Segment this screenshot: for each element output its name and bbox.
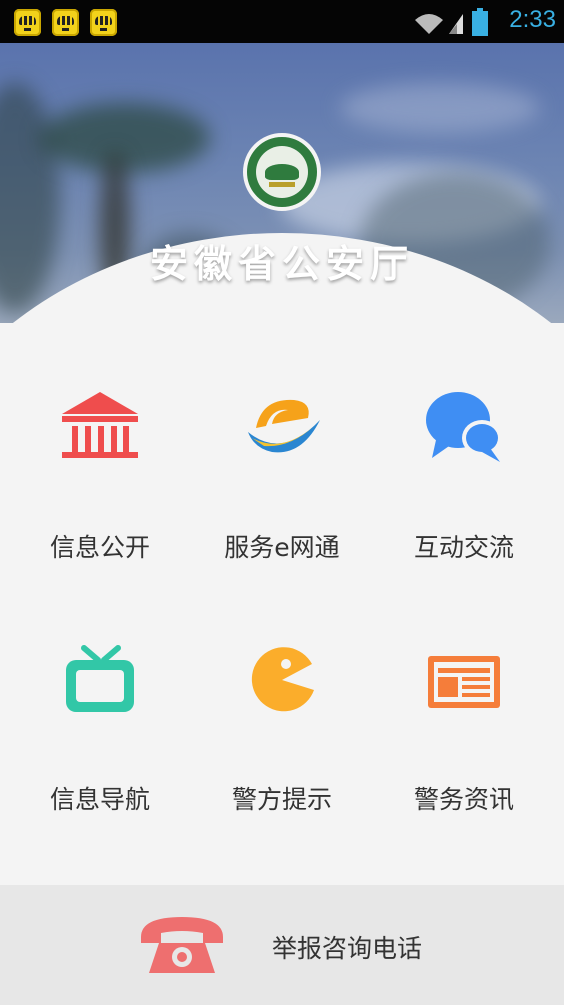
pacman-icon <box>251 647 314 712</box>
page-title: 安徽省公安厅 <box>149 241 414 286</box>
chat-bubbles-icon <box>426 392 502 462</box>
grid-item-label: 信息公开 <box>49 533 150 562</box>
info-navigation-button[interactable]: 信息导航 <box>6 642 194 882</box>
wifi-signal-icon <box>415 14 463 34</box>
header-banner: 安徽省公安厅 <box>0 43 564 323</box>
bank-building-icon <box>62 392 138 458</box>
clock: 2:33 <box>509 6 556 33</box>
grid-item-label: 互动交流 <box>413 533 514 562</box>
hotline-label: 举报咨询电话 <box>272 934 423 963</box>
service-e-net-button[interactable]: 服务e网通 <box>188 390 376 630</box>
grid-item-label: 警务资讯 <box>413 785 514 814</box>
battery-icon <box>472 8 488 36</box>
bee-app-icon <box>52 9 79 36</box>
info-disclosure-button[interactable]: 信息公开 <box>6 390 194 630</box>
phone-icon <box>141 917 223 973</box>
e-logo-icon <box>248 399 320 453</box>
grid-item-label: 服务e网通 <box>224 533 340 562</box>
grid-item-label: 警方提示 <box>231 785 332 814</box>
tv-icon <box>66 645 134 712</box>
police-tips-button[interactable]: 警方提示 <box>188 642 376 882</box>
bee-app-icon <box>14 9 41 36</box>
bee-app-icon <box>90 9 117 36</box>
grid-item-label: 信息导航 <box>49 785 150 814</box>
hotline-button[interactable]: 举报咨询电话 <box>0 885 564 1005</box>
police-news-button[interactable]: 警务资讯 <box>370 642 558 882</box>
newspaper-icon <box>428 656 500 708</box>
status-bar: 2:33 <box>0 0 564 43</box>
police-emblem-icon <box>243 133 321 211</box>
interaction-exchange-button[interactable]: 互动交流 <box>370 390 558 630</box>
